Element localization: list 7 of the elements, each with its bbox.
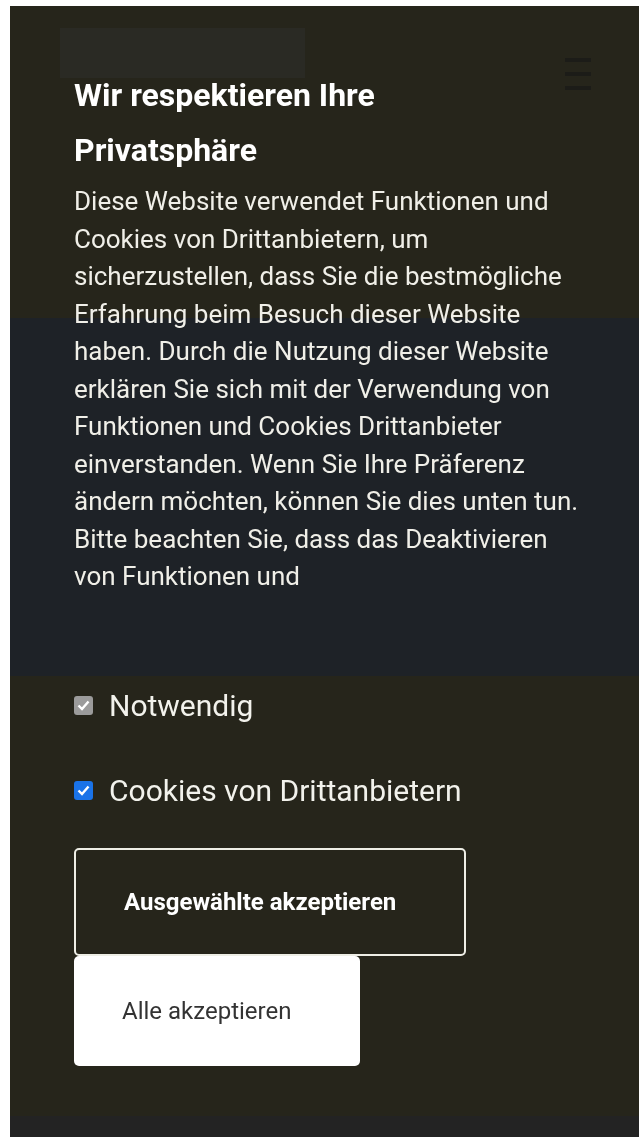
dialog-text: Diese Website verwendet Funktionen und Cookies von Drittanbietern, um sicherzustellen, dass Sie die bestmögliche Erfahrung beim Besuch dieser Website haben. Durch die Nutzung dieser Website erklären Sie sich mit der Verwendung von Funktionen und Cookies Drittanbieter einverstanden. Wenn Sie Ihre Präferenz ändern möchten, können Sie dies unten tun. Bitte beachten Sie, dass das Deaktivieren von Funktionen und bbox=[74, 185, 579, 593]
checkbox[interactable] bbox=[74, 780, 93, 800]
checkbox-label: Notwendig bbox=[109, 687, 254, 723]
accept-all-button[interactable]: Alle akzeptieren bbox=[74, 955, 360, 1066]
accept-selected-button[interactable]: Ausgewählte akzeptieren bbox=[74, 847, 466, 956]
dialog-title: Wir respektieren Ihre Privatsphäre bbox=[74, 75, 376, 171]
checkbox-label: Cookies von Drittanbietern bbox=[109, 772, 462, 808]
